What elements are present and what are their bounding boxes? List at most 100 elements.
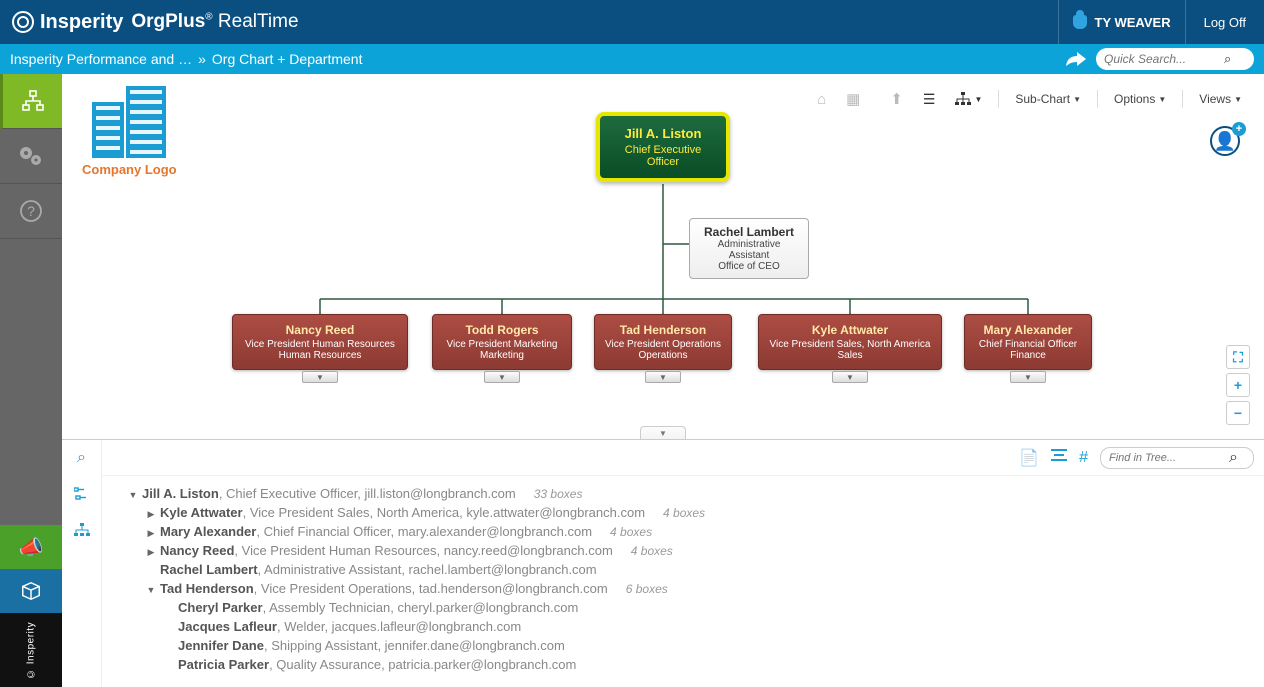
tree-details: , Assembly Technician, cheryl.parker@lon…: [263, 600, 579, 615]
tree-arrow[interactable]: ▶: [146, 509, 156, 520]
header-right: TY WEAVER Log Off: [1058, 0, 1264, 44]
tree-person: Tad Henderson: [160, 581, 254, 596]
node-name: Jill A. Liston: [618, 126, 708, 141]
node-dept: Marketing: [439, 350, 565, 361]
tree-row[interactable]: ▼ Jill A. Liston, Chief Executive Officer…: [110, 484, 1264, 503]
breadcrumb-separator: »: [198, 51, 206, 67]
tree-boxes: 4 boxes: [631, 544, 673, 558]
brand-icon: [12, 11, 34, 33]
tree-person: Rachel Lambert: [160, 562, 258, 577]
rail-orgchart[interactable]: [0, 74, 62, 129]
search-icon[interactable]: ⌕: [1229, 449, 1238, 467]
node-name: Mary Alexander: [971, 323, 1085, 337]
tree-arrow[interactable]: ▶: [146, 547, 156, 558]
tree-row[interactable]: Patricia Parker, Quality Assurance, patr…: [110, 655, 1264, 674]
tree-row[interactable]: ▼ Tad Henderson, Vice President Operation…: [110, 579, 1264, 598]
node-dept: Office of CEO: [702, 261, 796, 272]
tree-list[interactable]: ▼ Jill A. Liston, Chief Executive Officer…: [102, 476, 1264, 687]
tree-person: Jennifer Dane: [178, 638, 264, 653]
expand-button[interactable]: ▼: [832, 371, 868, 383]
node-assistant[interactable]: Rachel Lambert Administrative Assistant …: [689, 218, 809, 279]
node-name: Nancy Reed: [239, 323, 401, 337]
node-vp[interactable]: Tad HendersonVice President OperationsOp…: [594, 314, 732, 370]
node-ceo[interactable]: Jill A. Liston Chief Executive Officer: [596, 112, 730, 182]
tree-person: Mary Alexander: [160, 524, 256, 539]
tree-row[interactable]: Cheryl Parker, Assembly Technician, cher…: [110, 598, 1264, 617]
tree-person: Jacques Lafleur: [178, 619, 277, 634]
tree-arrow[interactable]: ▼: [128, 490, 138, 500]
share-icon[interactable]: [1066, 51, 1086, 67]
zoom-out-button[interactable]: −: [1226, 401, 1250, 425]
expand-button[interactable]: ▼: [302, 371, 338, 383]
node-vp[interactable]: Kyle AttwaterVice President Sales, North…: [758, 314, 942, 370]
node-name: Todd Rogers: [439, 323, 565, 337]
node-title: Chief Executive Officer: [618, 144, 708, 168]
brand-product: OrgPlus® RealTime: [131, 11, 298, 33]
tree-tabs: ⌕: [62, 440, 102, 687]
tree-row[interactable]: ▶Kyle Attwater, Vice President Sales, No…: [110, 503, 1264, 522]
tree-person: Kyle Attwater: [160, 505, 243, 520]
logoff-button[interactable]: Log Off: [1185, 0, 1264, 44]
sub-header: Insperity Performance and … » Org Chart …: [0, 44, 1264, 74]
fullscreen-button[interactable]: ⛶: [1226, 345, 1250, 369]
user-icon: [1073, 15, 1087, 29]
tree-row[interactable]: Jacques Lafleur, Welder, jacques.lafleur…: [110, 617, 1264, 636]
expand-button[interactable]: ▼: [645, 371, 681, 383]
rail-settings[interactable]: [0, 129, 62, 184]
breadcrumb-root[interactable]: Insperity Performance and …: [10, 51, 192, 67]
tree-row[interactable]: Rachel Lambert, Administrative Assistant…: [110, 560, 1264, 579]
tree-details: , Vice President Operations, tad.henders…: [254, 581, 608, 596]
tree-details: , Vice President Human Resources, nancy.…: [234, 543, 612, 558]
tree-search-input[interactable]: [1109, 452, 1229, 464]
node-vp[interactable]: Nancy Reed Vice President Human Resources…: [232, 314, 408, 370]
tree-tab-list[interactable]: [62, 476, 101, 512]
breadcrumb-current[interactable]: Org Chart + Department: [212, 51, 363, 67]
zoom-in-button[interactable]: +: [1226, 373, 1250, 397]
tree-row[interactable]: Jennifer Dane, Shipping Assistant, jenni…: [110, 636, 1264, 655]
tree-person: Patricia Parker: [178, 657, 269, 672]
panel-collapse-toggle[interactable]: ▼: [640, 426, 686, 439]
export-icon[interactable]: 📄: [1019, 448, 1039, 468]
hash-icon[interactable]: #: [1079, 449, 1088, 467]
node-vp[interactable]: Todd RogersVice President MarketingMarke…: [432, 314, 572, 370]
node-title: Vice President Sales, North America: [765, 339, 935, 350]
search-icon[interactable]: ⌕: [1224, 51, 1231, 67]
chart-area: Company Logo ⌂ ▦ ⬆ ☰ ▼ Sub-Chart ▼ Optio…: [62, 74, 1264, 439]
tree-details: , Welder, jacques.lafleur@longbranch.com: [277, 619, 521, 634]
tree-person: Jill A. Liston: [142, 486, 219, 501]
node-name: Tad Henderson: [601, 323, 725, 337]
rail-help[interactable]: ?: [0, 184, 62, 239]
tree-arrow[interactable]: ▼: [146, 585, 156, 595]
tree-boxes: 4 boxes: [610, 525, 652, 539]
tree-toolbar: 📄 # ⌕: [102, 440, 1264, 476]
tree-details: , Chief Financial Officer, mary.alexande…: [256, 524, 592, 539]
node-title: Vice President Operations: [601, 339, 725, 350]
node-title: Vice President Human Resources: [239, 339, 401, 350]
tree-details: , Administrative Assistant, rachel.lambe…: [258, 562, 597, 577]
node-vp[interactable]: Mary AlexanderChief Financial OfficerFin…: [964, 314, 1092, 370]
tree-boxes: 33 boxes: [534, 487, 583, 501]
brand-main: Insperity: [40, 11, 123, 34]
node-dept: Finance: [971, 350, 1085, 361]
tree-tab-search[interactable]: ⌕: [62, 440, 101, 476]
align-icon[interactable]: [1051, 448, 1067, 467]
tree-details: , Chief Executive Officer, jill.liston@l…: [219, 486, 516, 501]
expand-button[interactable]: ▼: [1010, 371, 1046, 383]
rail-box[interactable]: [0, 569, 62, 613]
tree-row[interactable]: ▶ Mary Alexander, Chief Financial Officer…: [110, 522, 1264, 541]
tree-boxes: 6 boxes: [626, 582, 668, 596]
tree-tab-hierarchy[interactable]: [62, 512, 101, 548]
quick-search[interactable]: ⌕: [1096, 48, 1254, 70]
zoom-controls: ⛶ + −: [1226, 345, 1250, 425]
quick-search-input[interactable]: [1104, 52, 1224, 66]
tree-row[interactable]: ▶Nancy Reed, Vice President Human Resour…: [110, 541, 1264, 560]
tree-details: , Shipping Assistant, jennifer.dane@long…: [264, 638, 565, 653]
user-menu[interactable]: TY WEAVER: [1058, 0, 1185, 44]
tree-search[interactable]: ⌕: [1100, 447, 1254, 469]
rail-copyright: © Insperity: [0, 613, 62, 687]
expand-button[interactable]: ▼: [484, 371, 520, 383]
node-name: Rachel Lambert: [702, 225, 796, 239]
top-header: Insperity OrgPlus® RealTime TY WEAVER Lo…: [0, 0, 1264, 44]
rail-announce[interactable]: 📣: [0, 525, 62, 569]
tree-arrow[interactable]: ▶: [146, 528, 156, 539]
